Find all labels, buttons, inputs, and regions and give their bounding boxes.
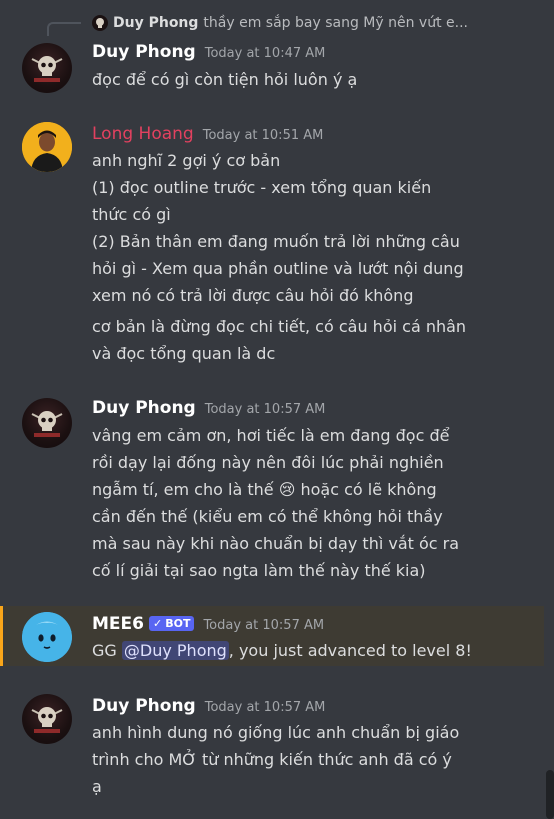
scrollbar[interactable] [546, 770, 554, 819]
reply-reference[interactable]: Duy Phong thầy em sắp bay sang Mỹ nên vứ… [92, 11, 468, 35]
message-text: , you just advanced to level 8! [228, 641, 472, 660]
message-line: cơ bản là đừng đọc chi tiết, có câu hỏi … [92, 317, 467, 336]
author-name[interactable]: MEE6 [92, 614, 144, 634]
timestamp: Today at 10:57 AM [204, 700, 326, 715]
message-line: đọc để có gì còn tiện hỏi luôn ý ạ [92, 70, 358, 89]
message-line: trình cho MỞ từ những kiến thức anh đã c… [92, 750, 452, 769]
message-header: Duy Phong Today at 10:57 AM [92, 696, 325, 716]
avatar[interactable] [22, 122, 72, 172]
message-header: Duy Phong Today at 10:57 AM [92, 398, 325, 418]
verified-check-icon: ✓ [152, 617, 163, 630]
reply-author[interactable]: Duy Phong [113, 15, 198, 31]
reply-preview[interactable]: thầy em sắp bay sang Mỹ nên vứt e... [203, 15, 468, 31]
reply-connector [47, 22, 81, 36]
author-name[interactable]: Duy Phong [92, 696, 196, 716]
avatar[interactable] [22, 612, 72, 662]
timestamp: Today at 10:47 AM [204, 46, 326, 61]
timestamp: Today at 10:57 AM [204, 402, 326, 417]
mention-indicator [0, 606, 3, 666]
message-line: cần đến thế (kiểu em có thể không hỏi th… [92, 507, 443, 526]
message-header: Long Hoang Today at 10:51 AM [92, 124, 323, 144]
message-line: và đọc tổng quan là dc [92, 344, 276, 363]
user-mention[interactable]: @Duy Phong [121, 641, 229, 660]
crying-emoji-icon[interactable]: 😢 [279, 480, 296, 499]
timestamp: Today at 10:51 AM [202, 128, 324, 143]
reply-avatar [92, 15, 108, 31]
message-line: GG @Duy Phong, you just advanced to leve… [92, 641, 472, 661]
timestamp: Today at 10:57 AM [203, 618, 325, 633]
message-header: Duy Phong Today at 10:47 AM [92, 42, 325, 62]
bot-tag-label: BOT [165, 617, 191, 630]
message-text: ngẫm tí, em cho là thế [92, 480, 274, 499]
message-line: thức có gì [92, 205, 171, 224]
message-text: GG [92, 641, 122, 660]
avatar[interactable] [22, 694, 72, 744]
message-line: (2) Bản thân em đang muốn trả lời những … [92, 232, 460, 251]
message-line: rồi dạy lại đống này nên đôi lúc phải ng… [92, 453, 444, 472]
author-name[interactable]: Long Hoang [92, 124, 194, 144]
message-header: MEE6 ✓ BOT Today at 10:57 AM [92, 614, 324, 634]
message-line: anh hình dung nó giống lúc anh chuẩn bị … [92, 723, 460, 742]
bot-tag: ✓ BOT [148, 616, 195, 631]
message-line: (1) đọc outline trước - xem tổng quan ki… [92, 178, 432, 197]
message-line: mà sau này khi nào chuẩn bị dạy thì vắt … [92, 534, 460, 553]
message-line: ngẫm tí, em cho là thế 😢 hoặc có lẽ khôn… [92, 480, 437, 500]
message-line: cố lí giải tại sao ngta làm thế này thế … [92, 561, 426, 580]
message-text: hoặc có lẽ không [300, 480, 437, 499]
author-name[interactable]: Duy Phong [92, 42, 196, 62]
message-line: xem nó có trả lời được câu hỏi đó không [92, 286, 414, 305]
message-line: vâng em cảm ơn, hơi tiếc là em đang đọc … [92, 426, 450, 445]
avatar[interactable] [22, 398, 72, 448]
message-line: hỏi gì - Xem qua phần outline và lướt nộ… [92, 259, 464, 278]
author-name[interactable]: Duy Phong [92, 398, 196, 418]
message-line: ạ [92, 777, 102, 796]
message-line: anh nghĩ 2 gợi ý cơ bản [92, 151, 281, 170]
avatar[interactable] [22, 43, 72, 93]
